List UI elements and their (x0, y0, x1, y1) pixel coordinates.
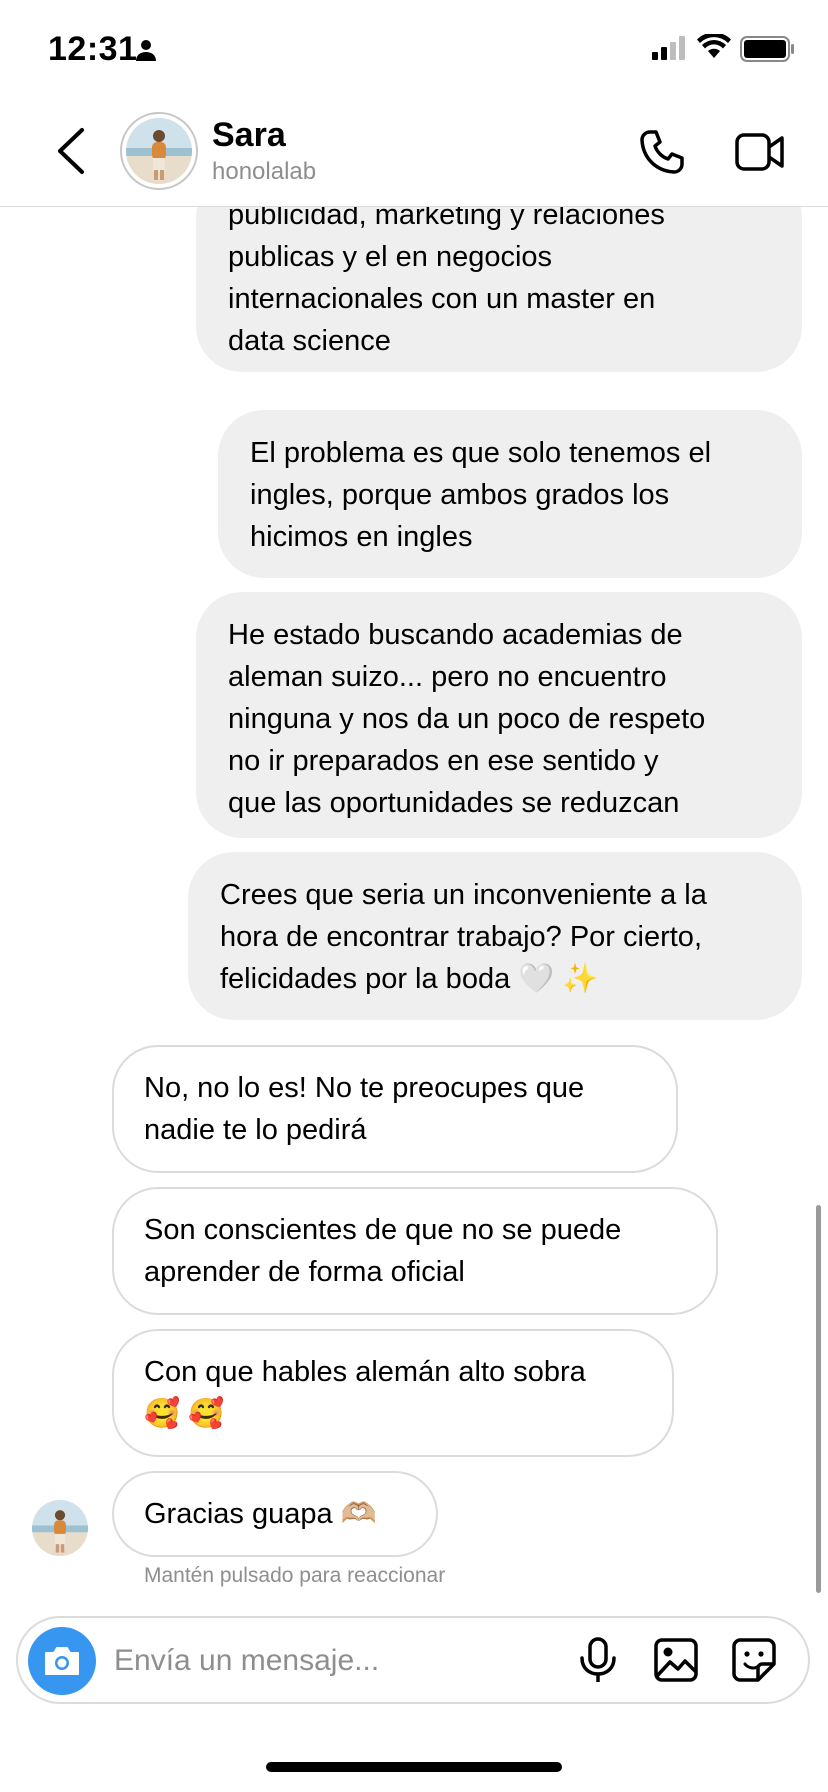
video-camera-icon[interactable] (734, 128, 786, 176)
message-bubble-incoming[interactable]: No, no lo es! No te preocupes que nadie … (112, 1045, 678, 1173)
phone-icon[interactable] (638, 128, 686, 176)
wifi-icon (697, 34, 731, 58)
message-composer (16, 1616, 810, 1704)
message-text: He estado buscando academias de aleman s… (228, 619, 706, 819)
home-indicator[interactable] (266, 1762, 562, 1772)
status-time: 12:31 (48, 30, 138, 68)
message-text: Crees que seria un inconveniente a la ho… (220, 879, 707, 995)
contact-name[interactable]: Sara (212, 116, 286, 155)
message-thread[interactable]: publicidad, marketing y relaciones publi… (0, 207, 828, 1607)
message-text: publicidad, marketing y relaciones publi… (228, 207, 665, 357)
message-bubble-outgoing[interactable]: publicidad, marketing y relaciones publi… (196, 207, 802, 372)
avatar-image (126, 118, 192, 184)
chat-header: Sara honolalab (0, 100, 828, 207)
message-text: El problema es que solo tenemos el ingle… (250, 437, 712, 553)
message-bubble-incoming[interactable]: Gracias guapa 🫶🏼 (112, 1471, 438, 1557)
scrollbar[interactable] (816, 1205, 821, 1593)
message-text: No, no lo es! No te preocupes que nadie … (144, 1072, 585, 1146)
contact-username[interactable]: honolalab (212, 158, 316, 186)
reaction-hint: Mantén pulsado para reaccionar (144, 1564, 446, 1587)
battery-icon (740, 36, 794, 62)
message-text: Con que hables alemán alto sobra 🥰 🥰 (144, 1356, 586, 1430)
chevron-left-icon[interactable] (52, 126, 92, 176)
message-input[interactable] (112, 1638, 556, 1684)
message-bubble-outgoing[interactable]: He estado buscando academias de aleman s… (196, 592, 802, 838)
avatar[interactable] (120, 112, 198, 190)
message-bubble-incoming[interactable]: Son conscientes de que no se puede apren… (112, 1187, 718, 1315)
cellular-signal-icon (652, 36, 685, 60)
image-icon[interactable] (652, 1636, 700, 1684)
message-bubble-outgoing[interactable]: Crees que seria un inconveniente a la ho… (188, 852, 802, 1020)
microphone-icon[interactable] (578, 1636, 618, 1686)
camera-button[interactable] (28, 1627, 96, 1695)
message-text: Gracias guapa 🫶🏼 (144, 1498, 377, 1530)
message-bubble-outgoing[interactable]: El problema es que solo tenemos el ingle… (218, 410, 802, 578)
status-bar: 12:31 (0, 0, 828, 100)
camera-icon (45, 1647, 79, 1675)
sender-avatar[interactable] (32, 1500, 88, 1556)
message-bubble-incoming[interactable]: Con que hables alemán alto sobra 🥰 🥰 (112, 1329, 674, 1457)
message-text: Son conscientes de que no se puede apren… (144, 1214, 622, 1288)
sticker-icon[interactable] (730, 1636, 778, 1684)
person-icon (136, 40, 156, 61)
